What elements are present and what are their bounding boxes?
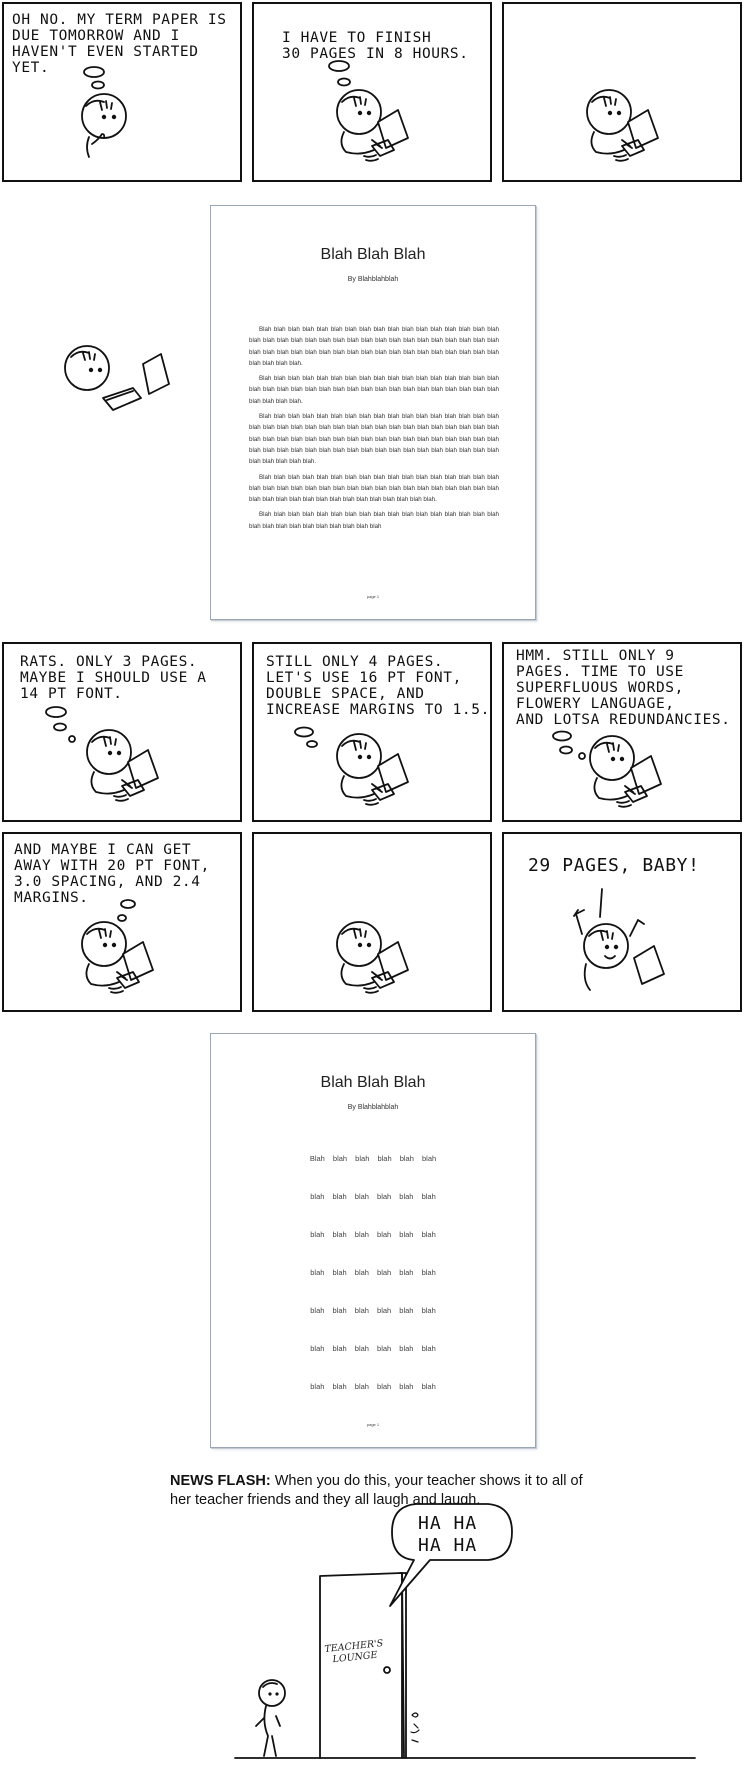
stick-figure-at-laptop bbox=[64, 345, 170, 411]
comic-panel-2: I HAVE TO FINISH 30 PAGES IN 8 HOURS. bbox=[252, 2, 492, 182]
page-number: page 1 bbox=[366, 1422, 380, 1427]
paragraph: Blah blah blah blah blah blah blah blah … bbox=[249, 511, 499, 530]
comic-panel-8 bbox=[252, 832, 492, 1012]
document-line: blah blah blah blah blah blah bbox=[310, 1230, 436, 1239]
paragraph: Blah blah blah blah blah blah blah blah … bbox=[249, 473, 499, 504]
document-title: Blah Blah Blah bbox=[320, 246, 426, 263]
stick-figure-typing bbox=[586, 89, 659, 162]
comic-panel-9: 29 PAGES, BABY! bbox=[502, 832, 742, 1012]
comic-panel-3 bbox=[502, 2, 742, 182]
document-title: Blah Blah Blah bbox=[320, 1074, 426, 1091]
speech-bubble-text: HA HA HA HA bbox=[418, 1513, 478, 1556]
page-number: page 1 bbox=[366, 594, 380, 599]
stick-figure-typing bbox=[336, 921, 409, 994]
comic-panel-5: STILL ONLY 4 PAGES. LET'S USE 16 PT FONT… bbox=[252, 642, 492, 822]
stick-figure-celebrating bbox=[573, 888, 665, 991]
paragraph: Blah blah blah blah blah blah blah blah … bbox=[249, 375, 499, 405]
document-line: blah blah blah blah blah blah bbox=[310, 1192, 436, 1201]
stick-figure-typing bbox=[589, 735, 662, 808]
comic-panel-6: HMM. STILL ONLY 9 PAGES. TIME TO USE SUP… bbox=[502, 642, 742, 822]
teachers-lounge-scene bbox=[234, 1503, 696, 1759]
stick-figure-typing bbox=[336, 733, 409, 806]
comic-panel-4: RATS. ONLY 3 PAGES. MAYBE I SHOULD USE A… bbox=[2, 642, 242, 822]
document-author: By Blahblahblah bbox=[347, 276, 399, 283]
document-author: By Blahblahblah bbox=[347, 1104, 399, 1111]
comic-panel-7: AND MAYBE I CAN GET AWAY WITH 20 PT FONT… bbox=[2, 832, 242, 1012]
document-line: Blah blah blah blah blah blah bbox=[309, 1154, 437, 1163]
document-line: blah blah blah blah blah blah bbox=[310, 1382, 436, 1391]
stick-figure-typing bbox=[336, 89, 409, 162]
stick-figure-typing bbox=[86, 729, 159, 802]
paragraph: Blah blah blah blah blah blah blah blah … bbox=[249, 413, 499, 466]
document-page-2: Blah Blah Blah By Blahblahblah Blah blah… bbox=[210, 1033, 536, 1448]
document-page-1: Blah Blah Blah By Blahblahblah Blah blah… bbox=[210, 205, 536, 620]
comic-panel-1: OH NO. MY TERM PAPER IS DUE TOMORROW AND… bbox=[2, 2, 242, 182]
document-line: blah blah blah blah blah blah bbox=[310, 1344, 436, 1353]
document-line: blah blah blah blah blah blah bbox=[310, 1306, 436, 1315]
document-line: blah blah blah blah blah blah bbox=[310, 1268, 436, 1277]
document-body: Blah blah blah blah blah blah blah blah … bbox=[249, 324, 499, 536]
stick-figure-thinking bbox=[81, 93, 127, 158]
stick-figure-typing bbox=[81, 921, 154, 994]
paragraph: Blah blah blah blah blah blah blah blah … bbox=[249, 326, 499, 367]
